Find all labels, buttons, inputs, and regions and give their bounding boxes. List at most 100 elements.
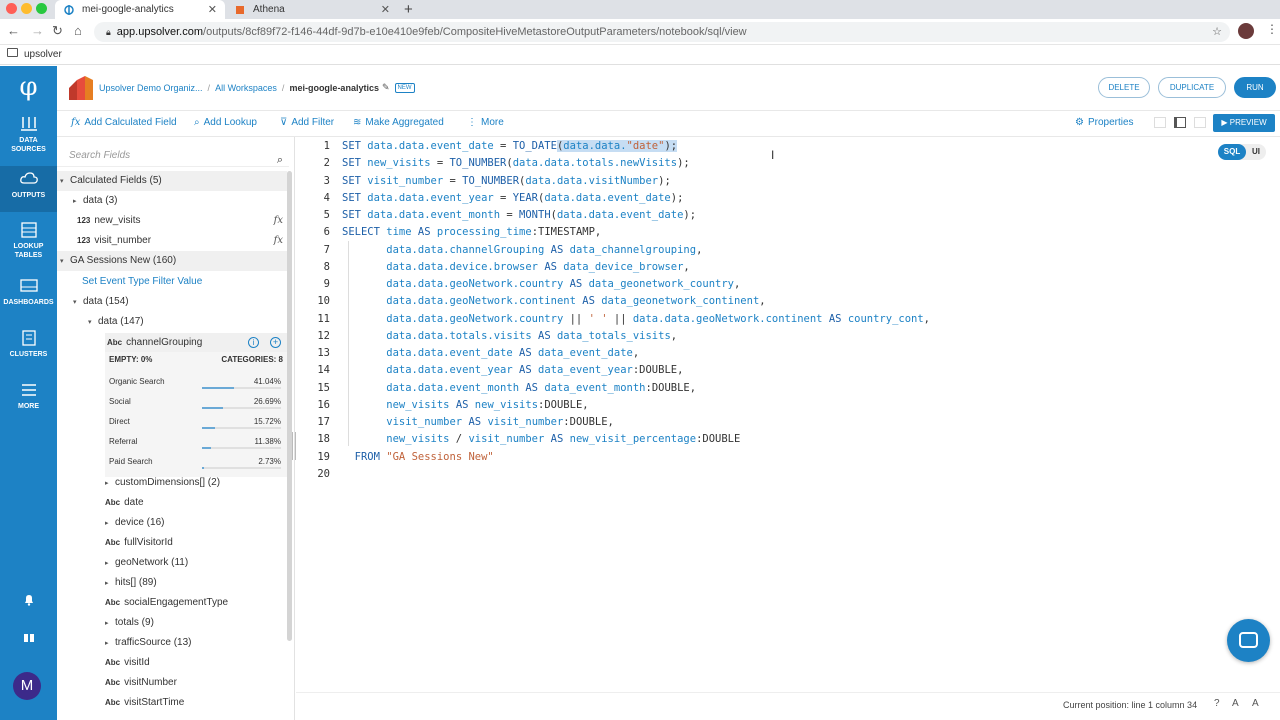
line-number: 12 [317,329,330,342]
tree-item-field[interactable]: ▸ totals (9) [57,613,287,633]
duplicate-button[interactable]: DUPLICATE [1158,77,1226,98]
properties-button[interactable]: ⚙ Properties [1075,117,1134,128]
breadcrumb-org[interactable]: Upsolver Demo Organiz... [99,83,203,93]
back-icon[interactable]: ← [7,23,20,38]
tree-item-field[interactable]: Abc socialEngagementType [57,593,287,613]
ga-sessions-section[interactable]: ▾ GA Sessions New (160) [57,251,287,271]
nav-data-sources[interactable]: DATA SOURCES [0,112,57,160]
tree-item-new-visits[interactable]: 123 new_visits fx [57,211,287,231]
forward-icon[interactable]: → [31,23,44,38]
layout-split-icon[interactable] [1174,117,1186,128]
breadcrumb-workspaces[interactable]: All Workspaces [215,83,277,93]
tree-label: visitStartTime [124,697,185,708]
section-label: GA Sessions New (160) [70,255,177,266]
code-text: SET data.data.event_year = YEAR(data.dat… [342,191,684,204]
close-tab-icon[interactable]: ✕ [208,3,217,16]
line-number: 9 [323,278,330,290]
upsolver-logo-icon[interactable]: φ [0,72,57,102]
reload-icon[interactable]: ↻ [52,23,63,39]
browser-tab-upsolver[interactable]: mei-google-analytics ✕ [55,0,225,19]
add-filter-button[interactable]: ⊽ Add Filter [280,117,334,128]
tree-item-field[interactable]: ▸ device (16) [57,513,287,533]
sql-mode-option[interactable]: SQL [1218,144,1246,160]
nav-label: OUTPUTS [11,192,46,199]
fields-sidebar: Search Fields ⌕ ▾ Calculated Fields (5) ▸… [57,137,295,720]
bookmark-upsolver[interactable]: upsolver [24,49,62,60]
tree-item-field[interactable]: Abc date [57,493,287,513]
tree-item-field[interactable]: Abc visitId [57,653,287,673]
stat-bar [202,407,281,409]
add-lookup-button[interactable]: ⌕ Add Lookup [194,117,257,128]
sql-ui-toggle[interactable]: SQL UI [1218,144,1266,160]
info-icon[interactable]: i [248,337,259,348]
nav-lookup-tables[interactable]: LOOKUP TABLES [0,218,57,266]
line-number: 15 [317,381,330,394]
home-icon[interactable]: ⌂ [74,23,82,38]
nav-dashboards[interactable]: DASHBOARDS [0,274,57,312]
add-calculated-field-button[interactable]: fx Add Calculated Field [71,117,177,128]
layout-full-icon[interactable] [1154,117,1166,128]
more-button[interactable]: ⋮ More [467,117,504,128]
chat-support-button[interactable] [1227,619,1270,662]
edit-pencil-icon[interactable]: ✎ [382,82,390,93]
close-tab-icon[interactable]: ✕ [381,3,390,16]
delete-button[interactable]: DELETE [1098,77,1150,98]
new-tab-icon[interactable]: + [404,0,413,19]
make-aggregated-button[interactable]: ≋ Make Aggregated [353,117,444,128]
expand-icon: ▸ [105,480,109,487]
tree-item-field[interactable]: Abc fullVisitorId [57,533,287,553]
page-title: mei-google-analytics [289,82,379,93]
stat-bar [202,427,281,429]
browser-tab-athena[interactable]: Athena ✕ [226,0,398,19]
tree-item-field[interactable]: ▸ trafficSource (13) [57,633,287,653]
set-event-type-filter-link[interactable]: Set Event Type Filter Value [57,272,287,292]
bell-icon[interactable] [0,594,57,609]
nav-outputs[interactable]: OUTPUTS [0,166,57,212]
browser-menu-icon[interactable]: ⋮ [1266,22,1278,36]
search-fields-input[interactable]: Search Fields ⌕ [57,145,289,167]
user-avatar[interactable]: M [13,672,41,700]
tree-item-data3[interactable]: ▸ data (3) [57,191,287,211]
button-label: Properties [1087,117,1134,128]
layout-editor-icon[interactable] [1194,117,1206,128]
search-icon[interactable]: ⌕ [277,149,283,171]
tree-item-field[interactable]: Abc visitNumber [57,673,287,693]
calculated-fields-section[interactable]: ▾ Calculated Fields (5) [57,171,287,191]
code-text: data.data.device.browser AS data_device_… [386,260,690,273]
tree-item-data147[interactable]: ▾ data (147) [57,312,287,332]
line-number: 20 [317,467,330,480]
font-increase-icon[interactable]: A [1232,698,1239,709]
minimize-window-icon[interactable] [21,3,32,14]
stat-value: 11.38% [254,437,281,446]
ui-mode-option[interactable]: UI [1252,144,1260,160]
code-text: SELECT time AS processing_time:TIMESTAMP… [342,226,602,239]
nav-more[interactable]: MORE [0,378,57,416]
sidebar-scrollbar[interactable] [287,171,292,641]
url-field[interactable]: 🔒︎ app.upsolver.com/outputs/8cf89f72-f146… [94,22,1230,42]
tree-item-field[interactable]: ▸ geoNetwork (11) [57,553,287,573]
function-icon[interactable]: fx [274,231,283,251]
function-icon[interactable]: fx [274,211,283,231]
preview-button[interactable]: ▶ PREVIEW [1213,114,1275,132]
nav-label: DASHBOARDS [3,299,54,306]
tree-item-field[interactable]: Abc visitStartTime [57,693,287,713]
url-path: /outputs/8cf89f72-f146-44df-9d7b-e10e410… [203,26,747,38]
tree-item-visit-number[interactable]: 123 visit_number fx [57,231,287,251]
tree-item-field[interactable]: ▸ hits[] (89) [57,573,287,593]
star-icon[interactable]: ☆ [1212,22,1222,42]
upsolver-favicon-icon [63,4,74,15]
book-icon[interactable] [0,632,57,646]
help-icon[interactable]: ? [1214,698,1220,709]
tree-item-field[interactable]: ▸ customDimensions[] (2) [57,473,287,493]
add-field-icon[interactable]: + [270,337,281,348]
run-button[interactable]: RUN [1234,77,1276,98]
data-sources-icon [20,117,37,131]
close-window-icon[interactable] [6,3,17,14]
tree-item-data154[interactable]: ▾ data (154) [57,292,287,312]
font-decrease-icon[interactable]: A [1252,698,1259,709]
tree-item-channel-grouping[interactable]: Abc channelGrouping i + [105,333,287,353]
nav-clusters[interactable]: CLUSTERS [0,326,57,364]
profile-avatar[interactable] [1238,23,1254,39]
maximize-window-icon[interactable] [36,3,47,14]
sql-editor[interactable]: 1 SET data.data.event_date = TO_DATE(data… [296,137,1280,692]
